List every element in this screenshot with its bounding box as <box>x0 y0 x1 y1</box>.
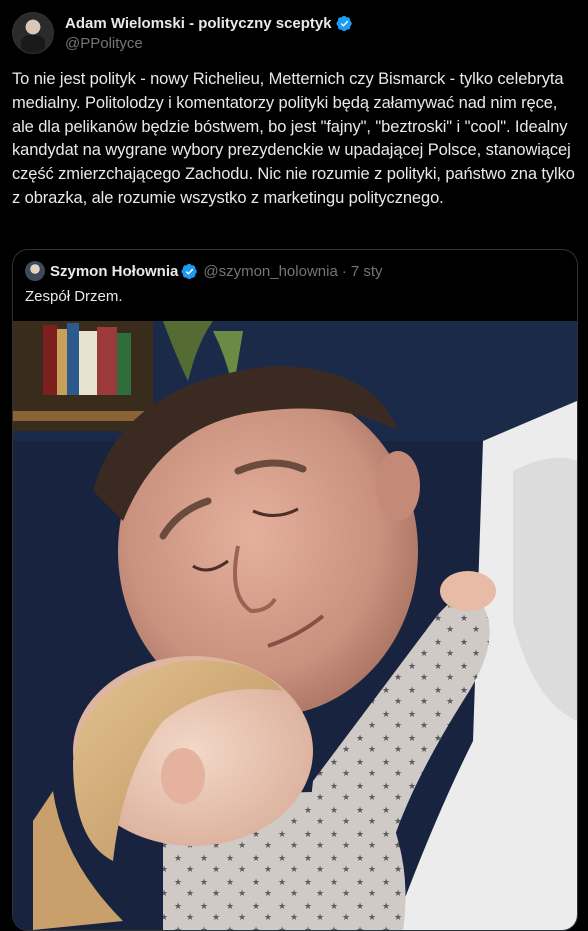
meta-separator: · <box>341 262 347 280</box>
quoted-text: Zespół Drzem. <box>25 288 123 305</box>
verified-badge-icon <box>336 15 352 31</box>
quoted-author-name[interactable]: Szymon Hołownia <box>50 263 178 280</box>
tweet[interactable]: Adam Wielomski - polityczny sceptyk @PPo… <box>0 0 588 931</box>
quoted-timestamp[interactable]: 7 sty <box>351 263 383 280</box>
quoted-author-avatar[interactable] <box>25 261 45 281</box>
author-info: Adam Wielomski - polityczny sceptyk @PPo… <box>65 13 353 52</box>
tweet-text: To nie jest polityk - nowy Richelieu, Me… <box>12 70 575 207</box>
tweet-header: Adam Wielomski - polityczny sceptyk @PPo… <box>12 12 353 54</box>
quoted-author-handle[interactable]: @szymon_holownia <box>203 263 337 280</box>
quoted-photo[interactable]: ★ ★ <box>13 321 577 930</box>
verified-badge-icon <box>181 263 198 279</box>
quoted-tweet[interactable]: Szymon Hołownia @szymon_holownia · 7 sty… <box>12 249 578 931</box>
quoted-header: Szymon Hołownia @szymon_holownia · 7 sty <box>25 261 383 281</box>
author-handle[interactable]: @PPolityce <box>65 35 353 52</box>
author-avatar[interactable] <box>12 12 54 54</box>
photo-illustration: ★ ★ <box>13 321 577 930</box>
author-name[interactable]: Adam Wielomski - polityczny sceptyk <box>65 15 332 32</box>
author-name-row: Adam Wielomski - polityczny sceptyk <box>65 13 353 33</box>
